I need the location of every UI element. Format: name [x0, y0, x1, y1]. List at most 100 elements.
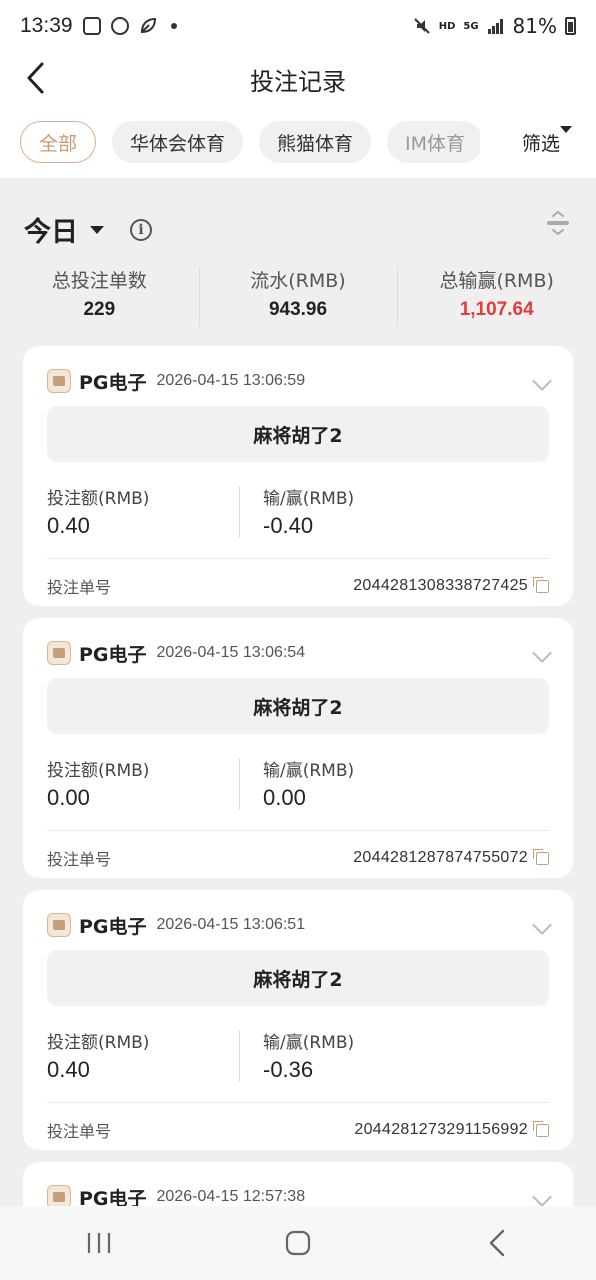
- card-header: PG电子 2026-04-15 13:06:51: [47, 912, 305, 938]
- winloss-label: 输/赢(RMB): [263, 761, 355, 781]
- mute-icon: [413, 18, 430, 34]
- home-button[interactable]: [268, 1218, 328, 1268]
- status-left: 13:39: [20, 14, 177, 38]
- status-right: HD 5G 81%: [413, 14, 576, 38]
- winloss-value: -0.36: [263, 1057, 314, 1082]
- winloss-label: 输/赢(RMB): [263, 1033, 355, 1053]
- bet-time: 2026-04-15 13:06:59: [156, 372, 306, 389]
- bet-record-card[interactable]: PG电子 2026-04-15 13:06:59 麻将胡了2 投注额(RMB) …: [23, 346, 573, 606]
- bet-amount-value: 0.40: [47, 1057, 90, 1082]
- photo-icon: [82, 17, 101, 35]
- pg-logo-icon: [47, 913, 71, 937]
- speed-icon: [110, 17, 129, 35]
- bet-amount-label: 投注额(RMB): [47, 761, 150, 781]
- winloss-value: -0.40: [263, 513, 314, 538]
- order-row: 投注单号 2044281287874755072: [47, 846, 549, 870]
- caret-down-icon: [560, 126, 572, 133]
- copy-icon[interactable]: [533, 848, 549, 865]
- stat-total-bets: 总投注单数 229: [0, 266, 199, 328]
- battery-icon: [565, 17, 576, 35]
- tab-panda-sports[interactable]: 熊猫体育: [259, 121, 372, 163]
- status-time: 13:39: [20, 14, 73, 37]
- signal-icon: [487, 19, 503, 34]
- stat-turnover: 流水(RMB) 943.96: [198, 266, 398, 328]
- order-row: 投注单号 2044281308338727425: [47, 574, 549, 598]
- bet-record-card[interactable]: PG电子 2026-04-15 13:06:54 麻将胡了2 投注额(RMB) …: [23, 618, 573, 878]
- provider-name: PG电子: [79, 915, 147, 938]
- amounts: 投注额(RMB) 0.00 输/赢(RMB) 0.00: [47, 756, 549, 812]
- summary-stats: 总投注单数 229 流水(RMB) 943.96 总输赢(RMB) 1,107.…: [0, 266, 596, 328]
- order-number: 2044281273291156992: [354, 1121, 528, 1138]
- bet-record-card[interactable]: PG电子 2026-04-15 12:57:38: [23, 1162, 573, 1206]
- order-number: 2044281287874755072: [353, 849, 528, 866]
- bet-record-card[interactable]: PG电子 2026-04-15 13:06:51 麻将胡了2 投注额(RMB) …: [23, 890, 573, 1150]
- bet-amount-value: 0.40: [47, 513, 90, 538]
- chevron-down-icon[interactable]: [532, 1187, 552, 1206]
- card-header: PG电子 2026-04-15 13:06:59: [47, 368, 305, 394]
- card-header: PG电子 2026-04-15 12:57:38: [47, 1184, 305, 1206]
- amounts: 投注额(RMB) 0.40 输/赢(RMB) -0.40: [47, 484, 549, 540]
- recent-apps-icon: [88, 1233, 111, 1253]
- page-title: 投注记录: [250, 67, 346, 96]
- period-label: 今日: [24, 217, 78, 248]
- battery-percent: 81%: [512, 14, 557, 38]
- winloss: 输/赢(RMB) -0.36: [239, 1028, 549, 1084]
- copy-icon[interactable]: [533, 1120, 549, 1137]
- bet-amount-label: 投注额(RMB): [47, 1033, 150, 1053]
- stat-value: 229: [83, 299, 116, 320]
- order-label: 投注单号: [47, 850, 112, 869]
- stat-label: 总投注单数: [51, 270, 147, 292]
- bet-amount: 投注额(RMB) 0.40: [47, 1028, 239, 1084]
- leaf-icon: [140, 17, 156, 34]
- status-bar: 13:39 HD 5G 81%: [0, 0, 596, 52]
- stat-value: 943.96: [268, 299, 328, 320]
- order-label: 投注单号: [47, 578, 112, 597]
- bet-time: 2026-04-15 13:06:54: [156, 644, 306, 661]
- tab-im-sports[interactable]: IM体育: [387, 121, 480, 163]
- winloss-label: 输/赢(RMB): [263, 489, 355, 509]
- bet-amount-label: 投注额(RMB): [47, 489, 150, 509]
- system-nav-bar: [0, 1206, 596, 1280]
- tabs-scroll[interactable]: 全部 华体会体育 熊猫体育 IM体育: [0, 121, 480, 163]
- collapse-icon[interactable]: [546, 210, 570, 236]
- pg-logo-icon: [47, 641, 71, 665]
- order-label: 投注单号: [47, 1122, 112, 1141]
- stat-value: 1,107.64: [459, 299, 534, 320]
- back-button[interactable]: [18, 60, 54, 96]
- dot-icon: [170, 23, 177, 29]
- period-selector[interactable]: 今日 i: [24, 210, 152, 249]
- stat-label: 总输赢(RMB): [439, 270, 554, 292]
- provider-name: PG电子: [79, 371, 147, 394]
- pg-logo-icon: [47, 1185, 71, 1206]
- chevron-down-icon[interactable]: [532, 643, 552, 663]
- winloss: 输/赢(RMB) 0.00: [239, 756, 549, 812]
- pg-logo-icon: [47, 369, 71, 393]
- info-icon[interactable]: i: [130, 218, 152, 241]
- bet-amount-value: 0.00: [47, 785, 90, 810]
- chevron-left-icon: [27, 62, 44, 94]
- copy-icon[interactable]: [533, 576, 549, 593]
- network-label: HD: [438, 20, 456, 32]
- filter-button[interactable]: 筛选: [509, 120, 596, 164]
- order-row: 投注单号 2044281273291156992: [47, 1118, 549, 1142]
- bet-time: 2026-04-15 12:57:38: [156, 1188, 306, 1205]
- tab-all[interactable]: 全部: [20, 121, 97, 163]
- game-name: 麻将胡了2: [47, 950, 549, 1006]
- caret-down-icon: [90, 225, 104, 234]
- signal-label: 5G: [463, 20, 479, 32]
- divider: [47, 558, 549, 559]
- tab-hth-sports[interactable]: 华体会体育: [112, 121, 244, 163]
- stat-total-winloss: 总输赢(RMB) 1,107.64: [397, 266, 596, 328]
- bet-amount: 投注额(RMB) 0.00: [47, 756, 239, 812]
- filter-label: 筛选: [521, 132, 560, 155]
- provider-tabs: 全部 华体会体育 熊猫体育 IM体育 筛选: [0, 106, 596, 178]
- amounts: 投注额(RMB) 0.40 输/赢(RMB) -0.36: [47, 1028, 549, 1084]
- card-header: PG电子 2026-04-15 13:06:54: [47, 640, 305, 666]
- game-name: 麻将胡了2: [47, 406, 549, 462]
- divider: [47, 830, 549, 831]
- chevron-down-icon[interactable]: [532, 915, 552, 935]
- system-back-button[interactable]: [467, 1218, 527, 1268]
- game-name: 麻将胡了2: [47, 678, 549, 734]
- recent-apps-button[interactable]: [69, 1218, 129, 1268]
- chevron-down-icon[interactable]: [532, 371, 552, 391]
